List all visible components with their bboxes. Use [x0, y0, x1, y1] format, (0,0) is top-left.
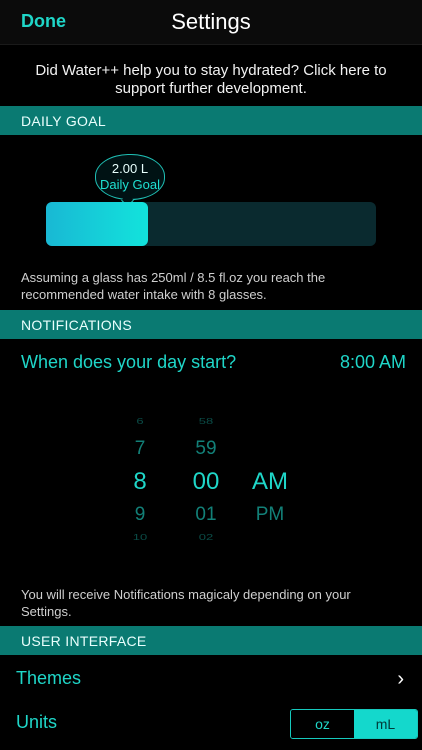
picker-hour-item[interactable]: 6 [110, 417, 170, 426]
picker-minute-item[interactable]: 01 [176, 504, 236, 526]
daily-goal-slider[interactable] [46, 202, 376, 246]
picker-minute-item[interactable]: 59 [176, 438, 236, 460]
units-segmented-control[interactable]: oz mL [290, 709, 418, 739]
daily-goal-note: Assuming a glass has 250ml / 8.5 fl.oz y… [21, 269, 325, 303]
themes-row[interactable]: Themes [16, 668, 81, 689]
day-start-value[interactable]: 8:00 AM [340, 352, 406, 373]
section-header-notifications: NOTIFICATIONS [0, 310, 422, 339]
picker-minute-item[interactable]: 02 [176, 533, 236, 542]
section-title: USER INTERFACE [21, 633, 147, 649]
support-text-line-1: Did Water++ help you to stay hydrated? C… [35, 62, 387, 79]
notifications-note: You will receive Notifications magicaly … [21, 586, 351, 620]
daily-goal-label: Daily Goal [100, 177, 160, 192]
time-picker[interactable]: 6 7 8 9 10 58 59 00 01 02 AM PM [0, 410, 422, 550]
notifications-note-line-1: You will receive Notifications magicaly … [21, 587, 351, 602]
support-text-line-2: support further development. [115, 80, 307, 97]
notifications-note-line-2: Settings. [21, 604, 72, 619]
daily-goal-note-line-2: recommended water intake with 8 glasses. [21, 287, 267, 302]
daily-goal-value: 2.00 L [111, 161, 149, 176]
picker-ampm-selected[interactable]: AM [240, 468, 300, 496]
section-title: DAILY GOAL [21, 113, 106, 129]
picker-hour-item[interactable]: 9 [110, 504, 170, 526]
picker-hour-item[interactable]: 10 [110, 533, 170, 542]
daily-goal-note-line-1: Assuming a glass has 250ml / 8.5 fl.oz y… [21, 270, 326, 285]
section-header-user-interface: USER INTERFACE [0, 626, 422, 655]
page-title: Settings [171, 9, 251, 34]
picker-minute-selected[interactable]: 00 [176, 468, 236, 496]
navigation-bar: Done Settings [0, 0, 422, 45]
picker-hour-item[interactable]: 7 [110, 438, 170, 460]
day-start-label[interactable]: When does your day start? [21, 352, 236, 373]
support-development-link[interactable]: Did Water++ help you to stay hydrated? C… [0, 62, 422, 98]
daily-goal-bubble: 2.00 L Daily Goal [95, 154, 165, 200]
picker-minute-item[interactable]: 58 [176, 417, 236, 426]
picker-hour-selected[interactable]: 8 [110, 468, 170, 496]
units-option-ml[interactable]: mL [354, 710, 417, 738]
picker-ampm-item[interactable]: PM [240, 504, 300, 526]
daily-goal-slider-fill[interactable] [46, 202, 149, 246]
section-title: NOTIFICATIONS [21, 317, 132, 333]
chevron-right-icon[interactable]: › [397, 668, 404, 691]
section-header-daily-goal: DAILY GOAL [0, 106, 422, 135]
units-label: Units [16, 712, 58, 732]
units-option-oz[interactable]: oz [291, 710, 354, 738]
